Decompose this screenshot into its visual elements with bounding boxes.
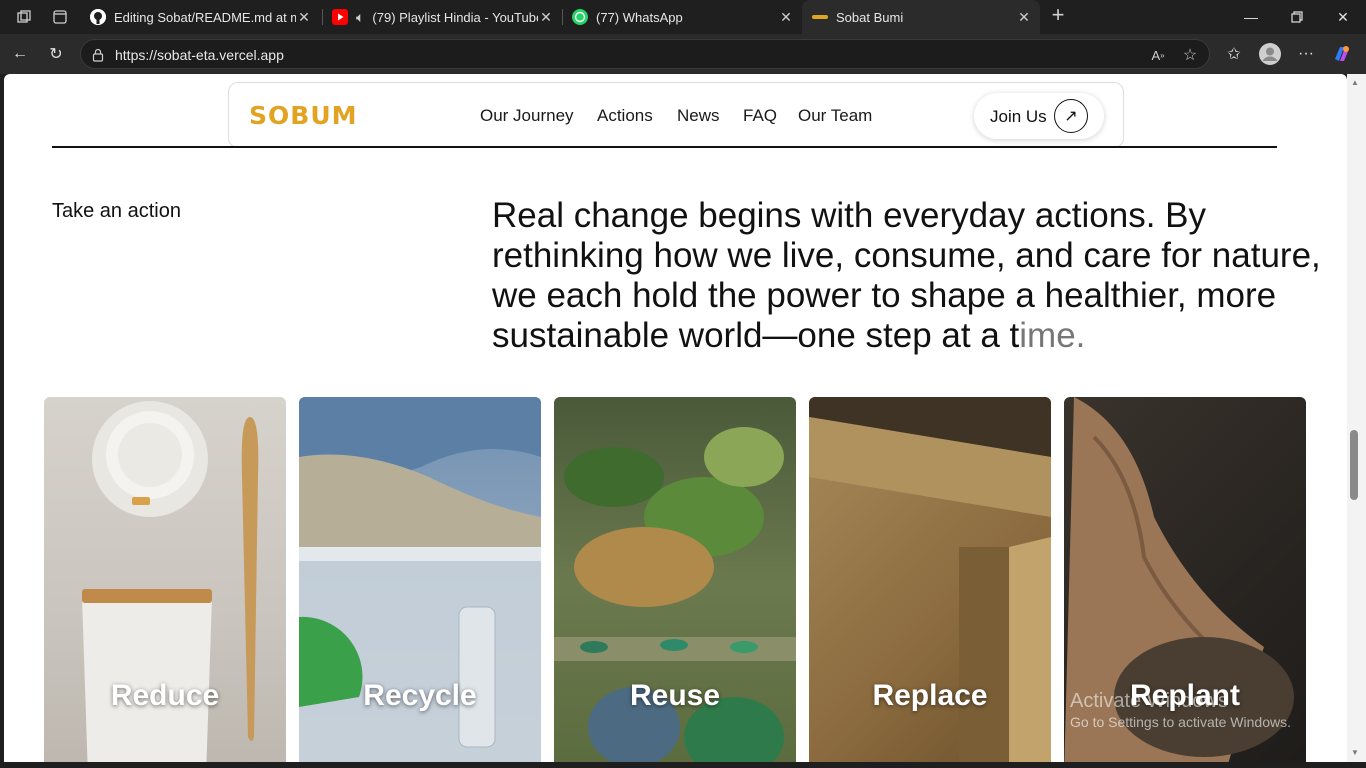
- page-scrollbar[interactable]: [1347, 74, 1366, 768]
- site-logo[interactable]: SOBUM: [249, 101, 358, 130]
- close-tab-icon[interactable]: ✕: [296, 9, 312, 26]
- scrollbar-thumb[interactable]: [1350, 430, 1358, 500]
- nav-our-journey[interactable]: Our Journey: [480, 106, 574, 126]
- tab-youtube[interactable]: 🔈︎ (79) Playlist Hindia - YouTube ✕: [322, 0, 562, 34]
- tab-title: (79) Playlist Hindia - YouTube: [372, 9, 538, 25]
- tab-whatsapp[interactable]: (77) WhatsApp ✕: [562, 0, 802, 34]
- card-label: Reduce: [110, 679, 220, 712]
- more-options-icon[interactable]: ···: [1294, 42, 1318, 66]
- card-label: Reuse: [629, 679, 721, 712]
- nav-our-team[interactable]: Our Team: [798, 106, 872, 126]
- nav-faq[interactable]: FAQ: [743, 106, 777, 126]
- nav-news[interactable]: News: [677, 106, 720, 126]
- close-tab-icon[interactable]: ✕: [1016, 9, 1032, 26]
- windows-activation-title: Activate Windows: [1070, 690, 1228, 712]
- speaker-icon[interactable]: 🔈︎: [356, 9, 364, 26]
- page-viewport: SOBUM Our Journey Actions News FAQ Our T…: [4, 74, 1347, 762]
- youtube-icon: [332, 9, 348, 25]
- lead-text: Real change begins with everyday actions…: [492, 196, 1321, 355]
- restore-icon[interactable]: [1274, 0, 1320, 34]
- favorite-star-icon[interactable]: ☆: [1181, 46, 1199, 64]
- action-card-replace[interactable]: Replace: [809, 397, 1051, 762]
- lead-text-faded: ime.: [1019, 316, 1086, 355]
- windows-activation-subtitle: Go to Settings to activate Windows.: [1070, 714, 1291, 730]
- nav-actions[interactable]: Actions: [597, 106, 653, 126]
- tab-title: Editing Sobat/README.md at ma: [114, 9, 296, 25]
- action-card-reuse[interactable]: Reuse: [554, 397, 796, 762]
- tab-sobat-bumi[interactable]: Sobat Bumi ✕: [802, 0, 1040, 34]
- action-card-recycle[interactable]: Recycle: [299, 397, 541, 762]
- favorites-icon[interactable]: ✩: [1222, 42, 1246, 66]
- card-label: Recycle: [363, 679, 477, 712]
- address-bar[interactable]: https://sobat-eta.vercel.app A» ☆: [80, 39, 1210, 69]
- scroll-down-icon[interactable]: ▼: [1350, 748, 1360, 758]
- close-tab-icon[interactable]: ✕: [538, 9, 554, 26]
- site-nav: SOBUM Our Journey Actions News FAQ Our T…: [228, 82, 1124, 148]
- read-aloud-icon[interactable]: A»: [1149, 46, 1167, 64]
- url-text: https://sobat-eta.vercel.app: [115, 47, 284, 63]
- sobum-favicon: [812, 15, 828, 19]
- new-tab-icon[interactable]: +: [1048, 2, 1068, 27]
- scroll-up-icon[interactable]: ▲: [1350, 78, 1360, 88]
- copilot-icon[interactable]: [1330, 42, 1354, 66]
- window-bottom-edge: [0, 762, 1366, 768]
- join-us-button[interactable]: Join Us ↗: [974, 93, 1104, 139]
- action-card-reduce[interactable]: Reduce: [44, 397, 286, 762]
- tab-title: (77) WhatsApp: [596, 9, 683, 25]
- reload-icon[interactable]: ↻: [44, 42, 68, 66]
- lock-icon[interactable]: [89, 46, 107, 64]
- card-label: Replace: [872, 679, 988, 712]
- back-icon[interactable]: ←: [8, 42, 32, 66]
- tab-github[interactable]: Editing Sobat/README.md at ma ✕: [80, 0, 320, 34]
- browser-tab-strip: Editing Sobat/README.md at ma ✕ 🔈︎ (79) …: [0, 0, 1366, 34]
- workspaces-icon[interactable]: [14, 7, 34, 27]
- join-us-label: Join Us: [990, 107, 1047, 126]
- close-tab-icon[interactable]: ✕: [778, 9, 794, 26]
- browser-toolbar: ← ↻ https://sobat-eta.vercel.app A» ☆ ✩ …: [0, 34, 1366, 74]
- whatsapp-icon: [572, 9, 588, 25]
- github-icon: [90, 9, 106, 25]
- profile-avatar-icon[interactable]: [1258, 42, 1282, 66]
- tab-title: Sobat Bumi: [836, 9, 904, 25]
- divider-line: [52, 146, 1277, 148]
- arrow-up-right-icon: ↗: [1054, 99, 1088, 133]
- minimize-icon[interactable]: —: [1228, 0, 1274, 34]
- close-window-icon[interactable]: ✕: [1320, 0, 1366, 34]
- tab-actions-icon[interactable]: [50, 7, 70, 27]
- section-lead-text: Real change begins with everyday actions…: [492, 196, 1322, 356]
- section-eyebrow: Take an action: [52, 200, 181, 222]
